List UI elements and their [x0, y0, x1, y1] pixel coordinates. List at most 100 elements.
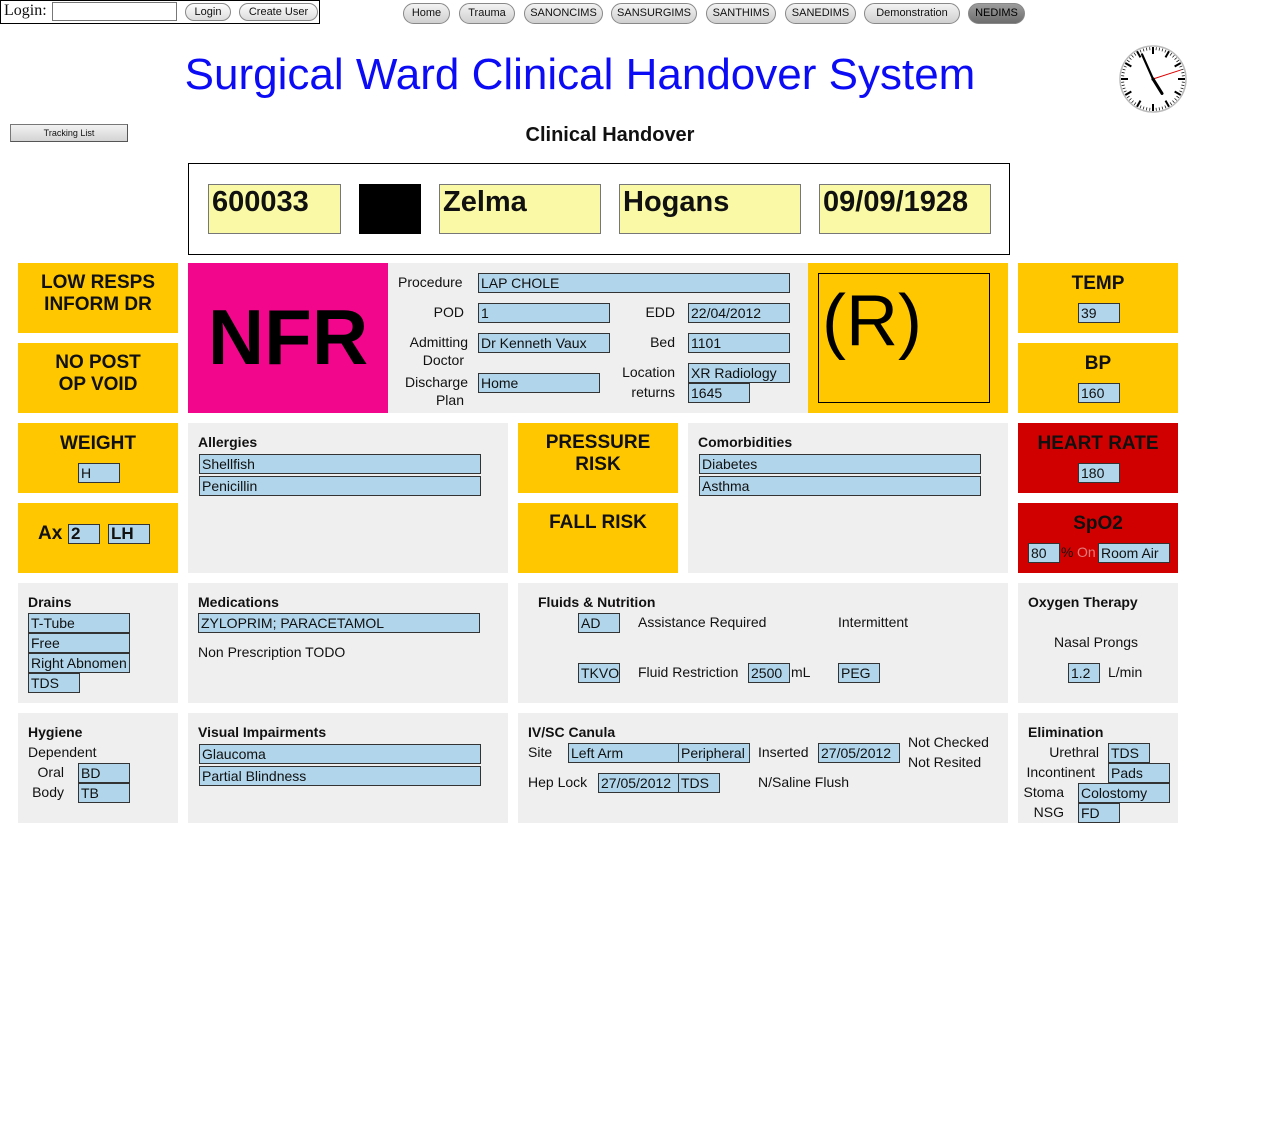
- bp-field[interactable]: 160: [1078, 383, 1120, 403]
- pod-label: POD: [433, 304, 464, 320]
- stoma-field[interactable]: Colostomy: [1078, 783, 1170, 803]
- ax-field[interactable]: 2: [68, 524, 100, 544]
- fluids-title: Fluids & Nutrition: [538, 594, 656, 610]
- spo2-source-field[interactable]: Room Air: [1098, 543, 1170, 563]
- oxygen-device-label: Nasal Prongs: [1053, 634, 1139, 650]
- spo2-percent-label: %: [1061, 544, 1074, 560]
- comorbidity-item[interactable]: Diabetes: [699, 454, 981, 474]
- ax-panel: Ax 2 LH: [18, 503, 178, 573]
- oxygen-rate-field[interactable]: 1.2: [1068, 663, 1100, 683]
- oxygen-panel: Oxygen Therapy Nasal Prongs 1.2 L/min: [1018, 583, 1178, 703]
- canula-site-field[interactable]: Left Arm: [568, 743, 680, 763]
- temp-label: TEMP: [1071, 273, 1125, 294]
- tab-nedims[interactable]: NEDIMS: [968, 3, 1025, 24]
- patient-id-field[interactable]: 600033: [208, 184, 341, 234]
- temp-field[interactable]: 39: [1078, 303, 1120, 323]
- r-alert-text: (R): [822, 281, 922, 361]
- patient-first-name-field[interactable]: Zelma: [439, 184, 601, 234]
- oral-hygiene-field[interactable]: BD: [78, 763, 130, 783]
- fall-risk-alert: FALL RISK: [518, 503, 678, 573]
- stoma-label: Stoma: [1023, 784, 1064, 800]
- drain-item[interactable]: Free: [28, 633, 130, 653]
- spo2-on-label: On: [1077, 544, 1096, 560]
- comorbidities-title: Comorbidities: [698, 434, 793, 450]
- nsg-field[interactable]: FD: [1078, 803, 1120, 823]
- visual-impairments-panel: Visual Impairments Glaucoma Partial Blin…: [188, 713, 508, 823]
- comorbidity-item[interactable]: Asthma: [699, 476, 981, 496]
- elimination-title: Elimination: [1028, 724, 1104, 740]
- analog-clock: [1119, 45, 1187, 113]
- canula-type-field[interactable]: Peripheral: [678, 743, 750, 763]
- elimination-panel: Elimination Urethral TDS Incontinent Pad…: [1018, 713, 1178, 823]
- weight-field[interactable]: H: [78, 463, 120, 483]
- incontinent-field[interactable]: Pads: [1108, 763, 1170, 783]
- procedure-field[interactable]: LAP CHOLE: [478, 273, 790, 293]
- location-field[interactable]: XR Radiology: [688, 363, 790, 383]
- page-subtitle: Clinical Handover: [525, 124, 695, 146]
- feed-field[interactable]: PEG: [838, 663, 880, 683]
- tab-demonstration[interactable]: Demonstration: [864, 3, 960, 24]
- diet-field[interactable]: AD: [578, 613, 620, 633]
- allergy-item[interactable]: Penicillin: [199, 476, 481, 496]
- create-user-button[interactable]: Create User: [239, 3, 318, 21]
- procedure-label: Procedure: [398, 274, 463, 290]
- page-title: Surgical Ward Clinical Handover System: [184, 50, 976, 99]
- tab-sanedims[interactable]: SANEDIMS: [785, 3, 856, 24]
- tab-sanoncims[interactable]: SANONCIMS: [524, 3, 603, 24]
- tab-santhims[interactable]: SANTHIMS: [706, 3, 776, 24]
- visual-impairment-item[interactable]: Partial Blindness: [199, 766, 481, 786]
- edd-label: EDD: [645, 304, 675, 320]
- hep-lock-frequency-field[interactable]: TDS: [678, 773, 720, 793]
- medications-title: Medications: [198, 594, 279, 610]
- ax-side-field[interactable]: LH: [108, 524, 150, 544]
- fluid-restriction-label: Fluid Restriction: [638, 664, 739, 680]
- patient-last-name-field[interactable]: Hogans: [619, 184, 801, 234]
- medications-field[interactable]: ZYLOPRIM; PARACETAMOL: [198, 613, 480, 633]
- fluid-restriction-unit: mL: [791, 664, 811, 680]
- hep-lock-date-field[interactable]: 27/05/2012: [598, 773, 680, 793]
- drains-title: Drains: [28, 594, 72, 610]
- spo2-field[interactable]: 80: [1028, 543, 1060, 563]
- username-input[interactable]: [52, 2, 177, 21]
- bed-label: Bed: [650, 334, 675, 350]
- fluid-restriction-field[interactable]: 2500: [748, 663, 790, 683]
- bed-field[interactable]: 1101: [688, 333, 790, 353]
- drain-item[interactable]: T-Tube: [28, 613, 130, 633]
- patient-dob-field[interactable]: 09/09/1928: [819, 184, 991, 234]
- drains-panel: Drains T-Tube Free Right Abnomen TDS: [18, 583, 178, 703]
- location-label: Location: [622, 364, 675, 380]
- visual-impairment-item[interactable]: Glaucoma: [199, 744, 481, 764]
- login-button[interactable]: Login: [185, 3, 231, 21]
- incontinent-label: Incontinent: [1026, 764, 1096, 780]
- no-post-op-void-text: NO POST OP VOID: [55, 352, 141, 395]
- weight-label: WEIGHT: [60, 433, 136, 454]
- non-prescription-note: Non Prescription TODO: [198, 644, 346, 660]
- drain-item[interactable]: Right Abnomen: [28, 653, 130, 673]
- tab-sansurgims[interactable]: SANSURGIMS: [611, 3, 697, 24]
- allergies-title: Allergies: [198, 434, 258, 450]
- pod-field[interactable]: 1: [478, 303, 610, 323]
- bp-label: BP: [1084, 353, 1112, 374]
- tab-trauma[interactable]: Trauma: [459, 3, 515, 24]
- discharge-plan-field[interactable]: Home: [478, 373, 600, 393]
- drain-item[interactable]: TDS: [28, 673, 80, 693]
- hygiene-panel: Hygiene Dependent Oral BD Body TB: [18, 713, 178, 823]
- allergy-item[interactable]: Shellfish: [199, 454, 481, 474]
- temp-panel: TEMP 39: [1018, 263, 1178, 333]
- hygiene-status: Dependent: [28, 744, 97, 760]
- iv-fluid-field[interactable]: TKVO: [578, 663, 620, 683]
- returns-field[interactable]: 1645: [688, 383, 750, 403]
- edd-field[interactable]: 22/04/2012: [688, 303, 790, 323]
- heart-rate-field[interactable]: 180: [1078, 463, 1120, 483]
- medications-panel: Medications ZYLOPRIM; PARACETAMOL Non Pr…: [188, 583, 508, 703]
- weight-panel: WEIGHT H: [18, 423, 178, 493]
- urethral-field[interactable]: TDS: [1108, 743, 1150, 763]
- body-hygiene-field[interactable]: TB: [78, 783, 130, 803]
- oxygen-rate-unit: L/min: [1108, 664, 1143, 680]
- site-label: Site: [528, 744, 553, 760]
- tracking-list-button[interactable]: Tracking List: [10, 124, 128, 142]
- doctor-label: Doctor: [422, 352, 464, 368]
- inserted-date-field[interactable]: 27/05/2012: [818, 743, 900, 763]
- admitting-doctor-field[interactable]: Dr Kenneth Vaux: [478, 333, 610, 353]
- tab-home[interactable]: Home: [403, 3, 450, 24]
